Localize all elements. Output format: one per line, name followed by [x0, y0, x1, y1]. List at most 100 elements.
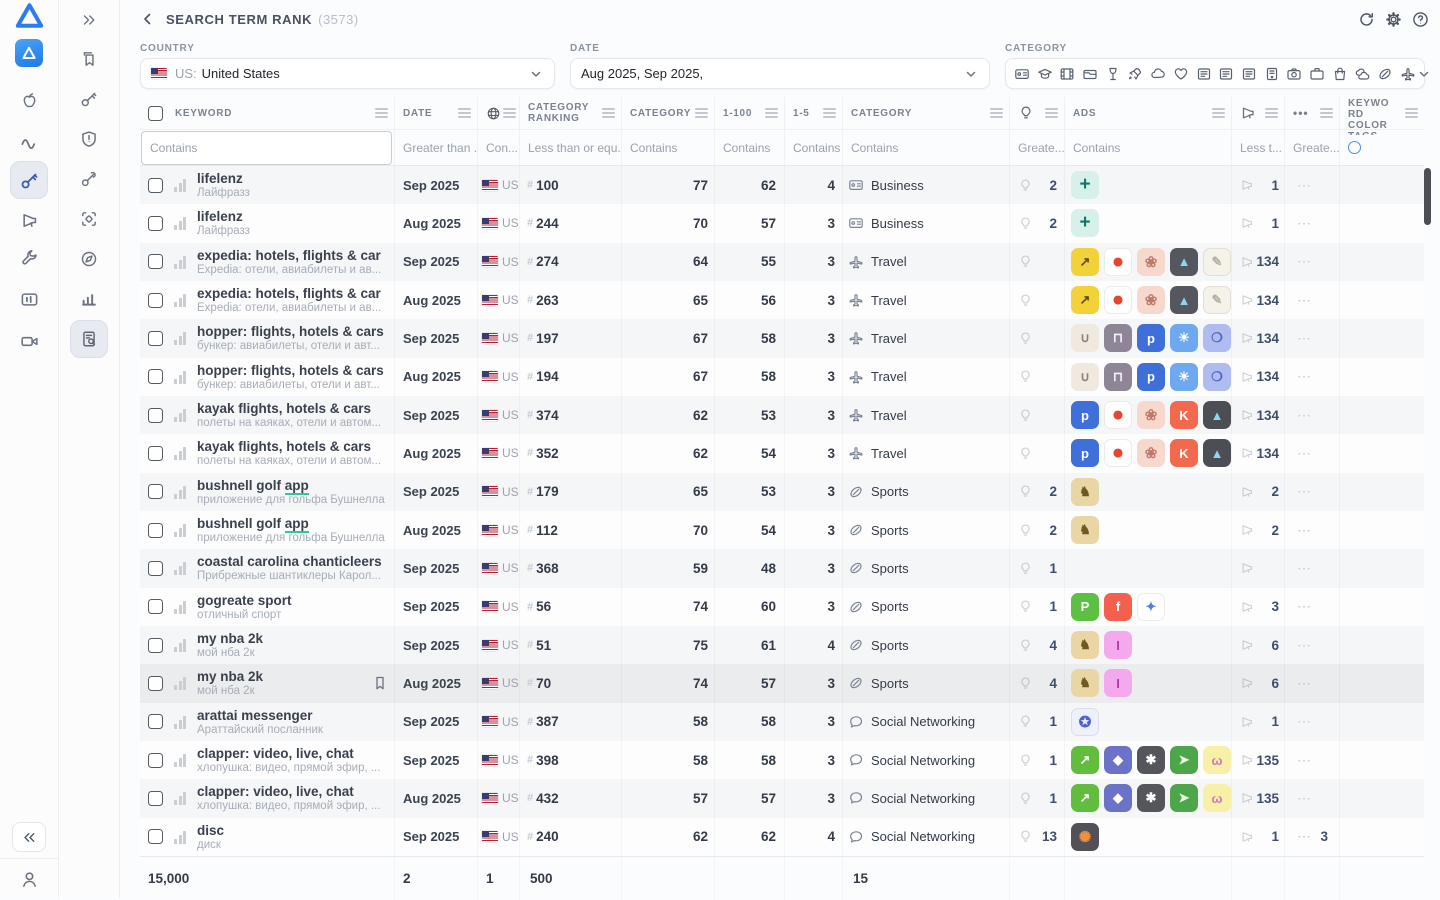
- row-checkbox[interactable]: [148, 408, 163, 423]
- expand-panel-icon[interactable]: [70, 1, 108, 39]
- more-cell[interactable]: ⋯: [1285, 204, 1340, 242]
- table-row[interactable]: bushnell golf appприложение для гольфа Б…: [140, 473, 1424, 511]
- ellipsis-icon[interactable]: ⋯: [1297, 483, 1312, 500]
- ellipsis-icon[interactable]: ⋯: [1297, 330, 1312, 347]
- row-checkbox[interactable]: [148, 638, 163, 653]
- key-question-icon[interactable]: [70, 160, 108, 198]
- filter-1-100[interactable]: Contains: [715, 130, 785, 166]
- row-checkbox[interactable]: [148, 753, 163, 768]
- ellipsis-icon[interactable]: ⋯: [1297, 368, 1312, 385]
- table-row[interactable]: hopper: flights, hotels & carsбункер: ав…: [140, 319, 1424, 357]
- filter-category[interactable]: Contains: [843, 130, 1010, 166]
- more-cell[interactable]: ⋯: [1285, 473, 1340, 511]
- ad-app-icon[interactable]: ●: [1104, 248, 1132, 276]
- ad-app-icon[interactable]: ◆: [1104, 784, 1132, 812]
- ad-app-icon[interactable]: ♞: [1071, 516, 1099, 544]
- ad-app-icon[interactable]: ❀: [1137, 401, 1165, 429]
- ad-app-icon[interactable]: ω: [1203, 784, 1231, 812]
- row-checkbox[interactable]: [148, 561, 163, 576]
- col-header-1-100[interactable]: 1-100: [715, 97, 785, 130]
- category-social-icon[interactable]: [1354, 66, 1370, 82]
- compass-icon[interactable]: [70, 240, 108, 278]
- row-checkbox[interactable]: [148, 178, 163, 193]
- ad-app-icon[interactable]: p: [1137, 324, 1165, 352]
- ellipsis-icon[interactable]: ⋯: [1297, 407, 1312, 424]
- ad-app-icon[interactable]: ❍: [1203, 324, 1231, 352]
- table-row[interactable]: gogreate sportотличный спортSep 2025US#5…: [140, 588, 1424, 626]
- col-header-keyword-color-tags[interactable]: KEYWORD COLOR TAGS: [1340, 97, 1424, 130]
- table-row[interactable]: expedia: hotels, flights & carExpedia: о…: [140, 243, 1424, 281]
- category-sports-icon[interactable]: [1377, 66, 1393, 82]
- ad-app-icon[interactable]: p: [1137, 363, 1165, 391]
- ad-app-icon[interactable]: ☀: [1170, 324, 1198, 352]
- more-cell[interactable]: ⋯: [1285, 358, 1340, 396]
- category-education-icon[interactable]: [1037, 66, 1053, 82]
- row-checkbox[interactable]: [148, 484, 163, 499]
- table-row[interactable]: expedia: hotels, flights & carExpedia: о…: [140, 281, 1424, 319]
- column-menu-icon[interactable]: [503, 108, 516, 118]
- ad-app-icon[interactable]: f: [1104, 593, 1132, 621]
- ad-app-icon[interactable]: ✎: [1203, 286, 1231, 314]
- ad-app-icon[interactable]: ↗: [1071, 784, 1099, 812]
- ellipsis-icon[interactable]: ⋯: [1297, 713, 1312, 730]
- column-menu-icon[interactable]: [1320, 108, 1333, 118]
- filter-keyword-color-tags[interactable]: [1340, 130, 1424, 166]
- ad-app-icon[interactable]: I: [1104, 669, 1132, 697]
- ad-app-icon[interactable]: +: [1071, 209, 1099, 237]
- category-finance-icon[interactable]: [1014, 66, 1030, 82]
- current-app-icon[interactable]: [10, 34, 48, 72]
- table-row[interactable]: my nba 2kмой нба 2кSep 2025US#5175614Spo…: [140, 626, 1424, 664]
- more-cell[interactable]: ⋯: [1285, 626, 1340, 664]
- ellipsis-icon[interactable]: ⋯: [1297, 675, 1312, 692]
- account-icon[interactable]: [10, 860, 48, 898]
- country-select[interactable]: US: United States: [140, 58, 555, 89]
- row-checkbox[interactable]: [148, 599, 163, 614]
- ad-app-icon[interactable]: ✱: [1137, 784, 1165, 812]
- ad-app-icon[interactable]: ♞: [1071, 478, 1099, 506]
- col-header-more[interactable]: •••: [1285, 97, 1340, 130]
- bookmark-icon[interactable]: [372, 675, 388, 691]
- row-checkbox[interactable]: [148, 369, 163, 384]
- keywords-icon[interactable]: [10, 161, 48, 199]
- category-travel-icon[interactable]: [1400, 66, 1416, 82]
- more-cell[interactable]: ⋯: [1285, 741, 1340, 779]
- shield-icon[interactable]: [70, 120, 108, 158]
- column-menu-icon[interactable]: [765, 108, 778, 118]
- table-row[interactable]: kayak flights, hotels & carsполеты на ка…: [140, 396, 1424, 434]
- ad-app-icon[interactable]: P: [1071, 593, 1099, 621]
- ad-app-icon[interactable]: I: [1104, 631, 1132, 659]
- ad-app-icon[interactable]: ▲: [1170, 286, 1198, 314]
- category-business-icon[interactable]: [1264, 66, 1280, 82]
- filter-keyword[interactable]: Contains: [140, 130, 395, 166]
- back-icon[interactable]: [140, 11, 156, 27]
- row-checkbox[interactable]: [148, 523, 163, 538]
- more-cell[interactable]: ⋯: [1285, 664, 1340, 702]
- more-cell[interactable]: ⋯: [1285, 549, 1340, 587]
- col-header-bulb[interactable]: [1010, 97, 1065, 130]
- table-row[interactable]: hopper: flights, hotels & carsбункер: ав…: [140, 358, 1424, 396]
- ad-app-icon[interactable]: ◆: [1104, 746, 1132, 774]
- ellipsis-icon[interactable]: ⋯: [1297, 177, 1312, 194]
- row-checkbox[interactable]: [148, 714, 163, 729]
- col-header-keyword[interactable]: KEYWORD: [140, 97, 395, 130]
- refresh-icon[interactable]: [1357, 10, 1375, 28]
- ad-app-icon[interactable]: ●: [1104, 286, 1132, 314]
- more-cell[interactable]: ⋯: [1285, 166, 1340, 204]
- category-news-icon[interactable]: [1196, 66, 1212, 82]
- ellipsis-icon[interactable]: ⋯: [1297, 560, 1312, 577]
- category-select[interactable]: [1005, 58, 1425, 89]
- target-scan-icon[interactable]: [70, 200, 108, 238]
- app-store-icon[interactable]: [10, 81, 48, 119]
- filter-more[interactable]: Greate...: [1285, 130, 1340, 166]
- row-checkbox[interactable]: [148, 676, 163, 691]
- help-icon[interactable]: [1411, 10, 1429, 28]
- column-menu-icon[interactable]: [1405, 108, 1418, 118]
- more-cell[interactable]: ⋯: [1285, 281, 1340, 319]
- col-header-category-num[interactable]: CATEGORY: [622, 97, 715, 130]
- col-header-category-ranking[interactable]: CATEGORY RANKING: [520, 97, 622, 130]
- ad-app-icon[interactable]: ▲: [1203, 401, 1231, 429]
- ad-app-icon[interactable]: ↗: [1071, 248, 1099, 276]
- table-row[interactable]: my nba 2kмой нба 2кAug 2025US#7074573Spo…: [140, 664, 1424, 702]
- ellipsis-icon[interactable]: ⋯: [1297, 253, 1312, 270]
- column-menu-icon[interactable]: [695, 108, 708, 118]
